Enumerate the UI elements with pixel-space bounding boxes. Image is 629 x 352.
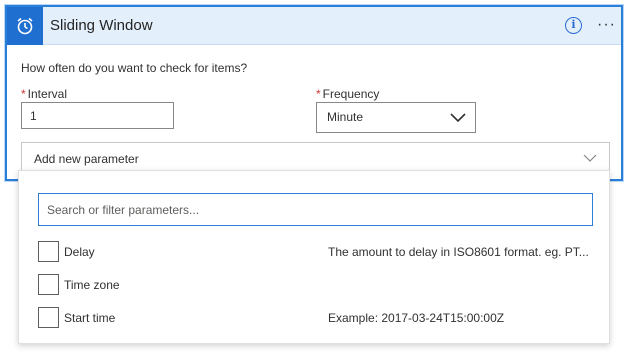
start-time-checkbox[interactable] <box>38 307 59 328</box>
frequency-label: * Frequency <box>316 87 379 101</box>
required-mark: * <box>21 87 26 101</box>
search-input[interactable] <box>38 193 593 226</box>
frequency-select[interactable]: Minute <box>316 102 476 133</box>
card-header[interactable]: Sliding Window i ··· <box>7 7 621 45</box>
add-parameter-label: Add new parameter <box>34 152 139 166</box>
param-name: Delay <box>64 245 95 259</box>
question-text: How often do you want to check for items… <box>21 61 248 75</box>
sliding-window-card: Sliding Window i ··· How often do you wa… <box>5 5 623 181</box>
param-name: Start time <box>64 311 116 325</box>
parameter-dropdown-panel: Delay The amount to delay in ISO8601 for… <box>18 170 610 344</box>
param-name: Time zone <box>64 278 120 292</box>
time-zone-checkbox[interactable] <box>38 274 59 295</box>
alarm-clock-icon <box>7 7 43 45</box>
info-icon[interactable]: i <box>565 17 582 34</box>
card-title: Sliding Window <box>50 17 153 34</box>
frequency-selected-value: Minute <box>327 110 364 124</box>
interval-label-text: Interval <box>27 87 68 101</box>
param-row-start-time[interactable]: Start time Example: 2017-03-24T15:00:00Z <box>38 307 598 331</box>
delay-checkbox[interactable] <box>38 241 59 262</box>
interval-input[interactable] <box>21 102 174 129</box>
param-row-delay[interactable]: Delay The amount to delay in ISO8601 for… <box>38 241 598 265</box>
required-mark: * <box>316 87 321 101</box>
interval-label: * Interval <box>21 87 67 101</box>
chevron-down-icon <box>583 151 597 168</box>
param-description: Example: 2017-03-24T15:00:00Z <box>328 311 505 325</box>
more-icon[interactable]: ··· <box>597 16 616 34</box>
param-row-time-zone[interactable]: Time zone <box>38 274 598 298</box>
chevron-down-icon <box>449 109 467 130</box>
param-description: The amount to delay in ISO8601 format. e… <box>328 245 589 259</box>
frequency-label-text: Frequency <box>322 87 380 101</box>
